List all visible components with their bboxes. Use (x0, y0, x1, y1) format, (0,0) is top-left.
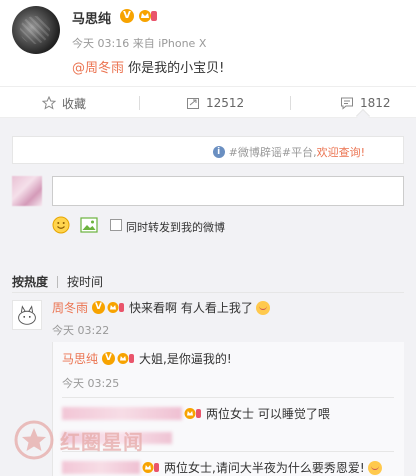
weibo-info-icon: i (212, 146, 225, 158)
watermark: 红圈星闻 (14, 420, 144, 460)
weibo-post: 马思纯 V 今天 03:16 来自 iPhone X @周冬雨 你是我的小宝贝! (0, 0, 416, 86)
vip-crown-icon (139, 10, 157, 22)
mention-link[interactable]: @周冬雨 (72, 61, 124, 76)
verified-badge-icon: V (92, 301, 106, 314)
vip-crown-icon (184, 408, 201, 419)
sort-bar: 按热度 按时间 (12, 273, 103, 290)
reply-time: 今天 03:25 (62, 377, 120, 390)
star-icon (42, 96, 56, 110)
commenter-avatar[interactable] (12, 300, 42, 330)
action-divider (290, 96, 291, 110)
post-meta: 今天 03:16 来自 iPhone X (72, 37, 207, 50)
forward-checkbox[interactable] (110, 219, 122, 231)
vip-crown-icon (142, 462, 159, 473)
reply-text: 两位女士,请问大半夜为什么要秀恩爱! (164, 461, 365, 475)
sort-divider (57, 275, 59, 288)
reply-item: 两位女士,请问大半夜为什么要秀恩爱! (62, 459, 382, 476)
author-avatar[interactable] (12, 6, 60, 54)
action-divider (139, 96, 140, 110)
rumor-link[interactable]: 欢迎查询! (317, 144, 365, 160)
forward-label: 同时转发到我的微博 (126, 221, 225, 234)
comment-count: 1812 (360, 96, 391, 110)
verified-badge-icon: V (120, 9, 134, 23)
comment-icon (341, 97, 353, 110)
vip-crown-icon (107, 302, 125, 313)
emoji-face-icon (367, 460, 382, 475)
vip-crown-icon (117, 353, 135, 364)
my-avatar (12, 176, 42, 206)
action-bar: 收藏 12512 1812 (0, 86, 416, 118)
repost-button[interactable]: 12512 (186, 87, 244, 119)
comment-time: 今天 03:22 (52, 324, 110, 337)
post-text: @周冬雨 你是我的小宝贝! (72, 57, 224, 76)
repost-count: 12512 (206, 96, 245, 110)
comment-text: 快来看啊 有人看上我了 (129, 301, 253, 315)
star-logo-icon (14, 420, 54, 460)
rumor-prefix: #微博辟谣#平台, (228, 146, 317, 159)
verified-badge-icon: V (102, 352, 116, 365)
repost-icon (187, 98, 199, 109)
commenter-name[interactable]: 周冬雨 (52, 299, 88, 316)
reply-author[interactable]: 马思纯 (62, 350, 98, 367)
comment-item: 周冬雨 V 快来看啊 有人看上我了 (52, 299, 270, 316)
watermark-text: 红圈星闻 (60, 429, 144, 454)
reply-author-blurred[interactable] (62, 461, 140, 474)
emoji-face-icon (255, 300, 270, 315)
reply-text: 两位女士 可以睡觉了喂 (206, 407, 330, 421)
reply-author-blurred[interactable] (62, 407, 182, 420)
favorite-label: 收藏 (62, 96, 87, 111)
reply-divider (62, 397, 394, 398)
sort-by-time[interactable]: 按时间 (67, 273, 103, 290)
rumor-text: i #微博辟谣#平台, 欢迎查询! (212, 144, 365, 160)
image-icon[interactable] (80, 216, 98, 234)
divider (12, 292, 404, 293)
emoji-icon[interactable] (52, 216, 70, 234)
favorite-button[interactable]: 收藏 (42, 87, 86, 119)
comment-input[interactable] (52, 176, 404, 206)
rumor-banner: i #微博辟谣#平台, 欢迎查询! (12, 136, 404, 164)
author-name[interactable]: 马思纯 (72, 8, 111, 27)
post-body: 你是我的小宝贝! (124, 61, 225, 76)
reply-text: 大姐,是你逼我的! (139, 352, 232, 366)
sort-by-hot[interactable]: 按热度 (12, 273, 48, 290)
reply-item: 马思纯 V 大姐,是你逼我的! (62, 350, 232, 367)
